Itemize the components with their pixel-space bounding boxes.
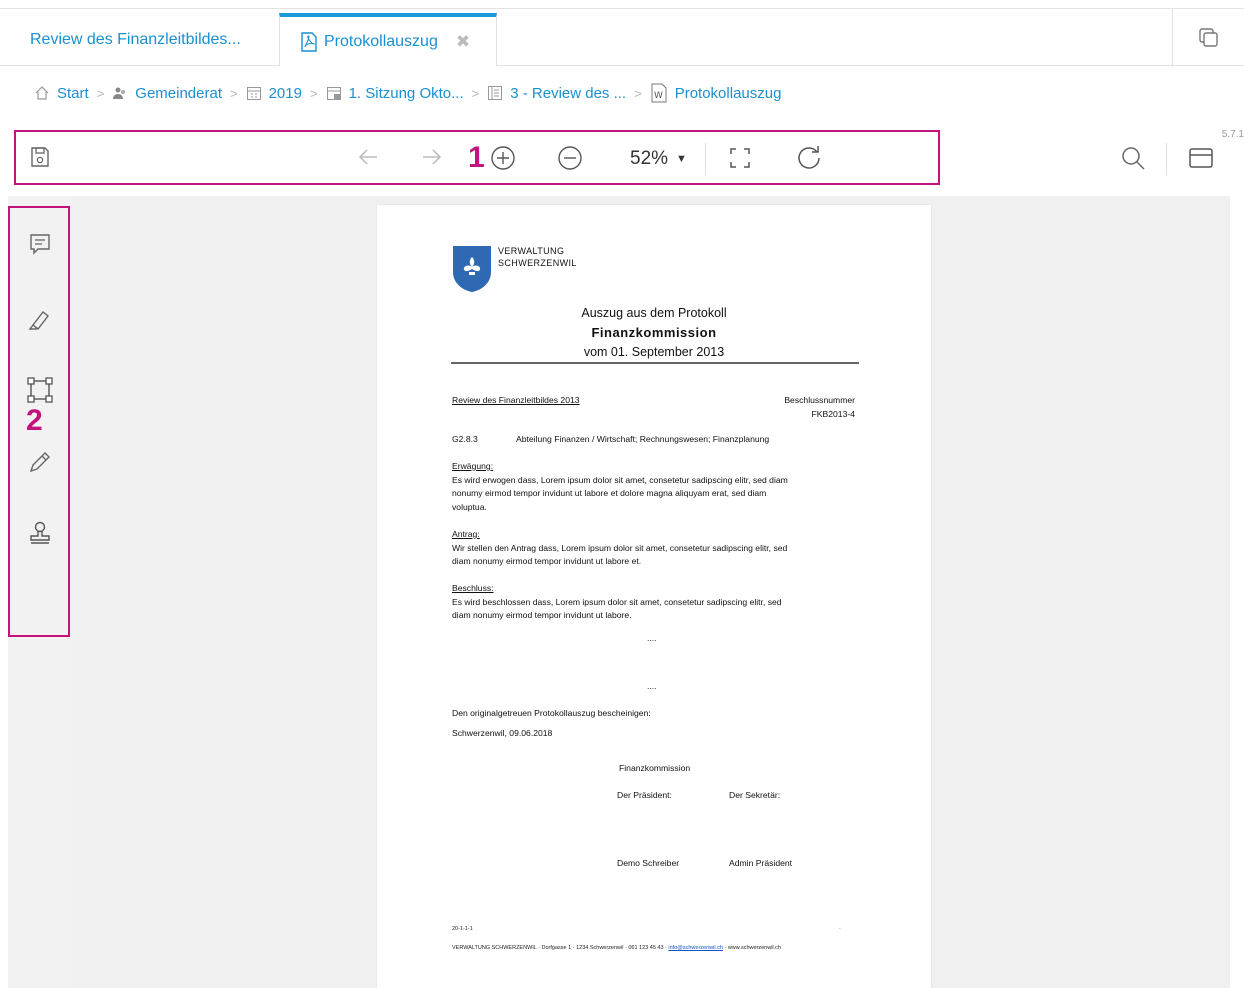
highlighter-tool-button[interactable]	[22, 301, 58, 337]
org-name-line2: SCHWERZENWIL	[498, 258, 577, 268]
doc-title: Auszug aus dem Protokoll	[581, 306, 727, 320]
home-icon	[34, 85, 50, 101]
section-line: voluptua.	[452, 501, 487, 512]
place-date: Schwerzenwil, 09.06.2018	[452, 728, 553, 738]
section-beschluss: Beschluss: Es wird beschlossen dass, Lor…	[452, 582, 782, 623]
breadcrumb-protokollauszug[interactable]: W Protokollauszug	[650, 83, 782, 103]
version-label: 5.7.1	[1221, 129, 1244, 140]
breadcrumb-start[interactable]: Start	[34, 85, 89, 102]
breadcrumb-separator: >	[309, 85, 318, 101]
signatory-1: Demo Schreiber	[617, 858, 680, 868]
highlight-box-1	[14, 130, 940, 185]
breadcrumb-sitzung[interactable]: 1. Sitzung Okto...	[326, 85, 464, 102]
stamp-icon	[30, 521, 50, 544]
pencil-tool-button[interactable]	[22, 444, 58, 480]
section-line: diam nonumy eirmod tempor invidunt ut la…	[452, 556, 642, 566]
section-antrag: Antrag: Wir stellen den Antrag dass, Lor…	[452, 528, 787, 569]
comment-tool-button[interactable]	[22, 226, 58, 262]
committee-name: Finanzkommission	[619, 763, 691, 773]
section-line: diam nonumy eirmod tempor invidunt ut la…	[452, 610, 632, 620]
viewer-toolbar: 1 52% ▼ 5.7.1	[0, 127, 1244, 187]
breadcrumb-separator: >	[471, 85, 480, 101]
decision-number: FKB2013-4	[811, 408, 855, 419]
toolbar-divider	[1166, 143, 1167, 175]
section-heading: Beschluss:	[452, 583, 494, 593]
breadcrumb-separator: >	[634, 85, 642, 101]
document-page: VERWALTUNG SCHWERZENWIL Auszug aus dem P…	[377, 205, 931, 988]
breadcrumb-separator: >	[96, 85, 105, 101]
breadcrumb-separator: >	[230, 85, 238, 101]
breadcrumb: Start > Gemeinderat > 2019 > 1. Sitzung …	[34, 82, 781, 104]
signatory-2: Admin Präsident	[729, 858, 793, 868]
rectangle-tool-button[interactable]	[22, 372, 58, 408]
section-erwaegung: Erwägung: Es wird erwogen dass, Lorem ip…	[452, 460, 788, 514]
footer-reference: 20-1-1-1	[452, 926, 473, 932]
footer-line: VERWALTUNG SCHWERZENWIL · Dorfgasse 1 · …	[452, 945, 781, 951]
search-button[interactable]	[1118, 143, 1148, 173]
breadcrumb-label: Protokollauszug	[674, 84, 782, 102]
tab-protokollauszug[interactable]: Protokollauszug ✖	[279, 13, 497, 66]
meeting-calendar-icon	[326, 85, 342, 101]
stamp-tool-button[interactable]	[22, 515, 58, 551]
footer-website: · www.schwerzenwil.ch	[724, 945, 781, 951]
breadcrumb-gemeinderat[interactable]: Gemeinderat	[112, 85, 222, 102]
agenda-item-icon	[487, 85, 503, 101]
section-line: Wir stellen den Antrag dass, Lorem ipsum…	[452, 542, 788, 553]
coat-of-arms-logo	[453, 246, 491, 292]
breadcrumb-label: Gemeinderat	[135, 84, 222, 102]
org-name-line1: VERWALTUNG	[498, 246, 565, 256]
section-heading: Antrag:	[452, 529, 480, 539]
breadcrumb-label: 3 - Review des ...	[510, 84, 627, 102]
tab-label: Review des Finanzleitbildes...	[30, 30, 241, 48]
shape-rectangle-icon	[27, 377, 53, 403]
pencil-icon	[29, 452, 50, 473]
footer-address: VERWALTUNG SCHWERZENWIL · Dorfgasse 1 · …	[452, 945, 667, 951]
doc-subject: Review des Finanzleitbildes 2013	[452, 395, 580, 405]
pdf-file-icon	[301, 31, 317, 52]
decision-number-block: Beschlussnummer FKB2013-4	[784, 394, 855, 421]
section-line: nonumy eirmod tempor invidunt ut labore …	[452, 488, 767, 498]
calendar-icon	[246, 85, 262, 101]
doc-committee: Finanzkommission	[591, 325, 717, 340]
tab-bar: Review des Finanzleitbildes... Protokoll…	[0, 8, 1244, 67]
section-heading: Erwägung:	[452, 461, 494, 471]
breadcrumb-label: Start	[57, 84, 89, 102]
footer-dot: ·	[839, 926, 841, 932]
certify-text: Den originalgetreuen Protokollauszug bes…	[452, 708, 651, 718]
tab-label: Protokollauszug	[324, 32, 438, 50]
doc-date: vom 01. September 2013	[583, 345, 725, 359]
breadcrumb-label: 1. Sitzung Okto...	[348, 84, 464, 102]
breadcrumb-2019[interactable]: 2019	[246, 85, 302, 102]
close-tab-icon[interactable]: ✖	[456, 32, 470, 52]
president-label: Der Präsident:	[617, 790, 672, 800]
group-icon	[112, 85, 128, 101]
section-line: Es wird erwogen dass, Lorem ipsum dolor …	[452, 474, 788, 485]
ellipsis-1: ....	[647, 633, 657, 643]
highlighter-icon	[28, 311, 49, 330]
panel-toggle-button[interactable]	[1186, 143, 1216, 173]
tab-review-finanzleitbild[interactable]: Review des Finanzleitbildes...	[30, 13, 241, 66]
breadcrumb-review[interactable]: 3 - Review des ...	[487, 85, 626, 102]
title-rule	[451, 362, 859, 364]
panel-icon	[1189, 148, 1213, 168]
copy-window-button[interactable]	[1172, 9, 1244, 67]
copy-icon	[1198, 28, 1218, 47]
breadcrumb-label: 2019	[268, 84, 302, 102]
section-line: Es wird beschlossen dass, Lorem ipsum do…	[452, 596, 782, 607]
register-code-text: Abteilung Finanzen / Wirtschaft; Rechnun…	[516, 434, 770, 444]
comment-icon	[30, 234, 50, 255]
word-document-icon: W	[650, 83, 668, 103]
search-icon	[1122, 147, 1145, 170]
secretary-label: Der Sekretär:	[729, 790, 781, 800]
register-code: G2.8.3	[452, 434, 478, 444]
decision-label: Beschlussnummer	[784, 395, 855, 405]
footer-email-link[interactable]: info@schwerzenwil.ch	[668, 945, 723, 951]
annotation-marker-2: 2	[26, 404, 43, 437]
ellipsis-2: ....	[647, 681, 657, 691]
svg-text:W: W	[654, 91, 663, 101]
